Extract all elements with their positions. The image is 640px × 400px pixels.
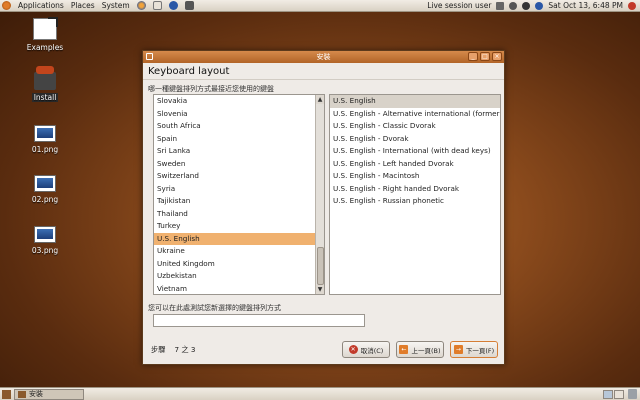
layout-list-item[interactable]: Ukraine [154, 245, 324, 258]
image-file-icon [34, 226, 56, 243]
layout-list-item[interactable]: U.S. English [154, 232, 324, 245]
layout-list-item[interactable]: Tajikistan [154, 195, 324, 208]
layout-list-item[interactable]: Spain [154, 133, 324, 146]
battery-icon[interactable] [509, 1, 518, 10]
variant-list-item[interactable]: U.S. English - Alternative international… [330, 108, 500, 121]
step-current: 7 [174, 345, 180, 354]
desktop-icon-03[interactable]: 03.png [20, 226, 70, 255]
desktop-icon-label: 02.png [31, 195, 59, 204]
network-icon[interactable] [496, 1, 505, 10]
installer-icon [18, 391, 26, 398]
step-label: 步驟 [151, 345, 166, 354]
help-icon[interactable] [168, 1, 178, 10]
clock[interactable]: Sat Oct 13, 6:48 PM [548, 1, 623, 10]
trash-icon[interactable] [628, 389, 637, 399]
layout-list-scrollbar[interactable]: ▲ ▼ [315, 95, 324, 294]
window-titlebar[interactable]: 安裝 _ □ × [143, 51, 504, 63]
installer-icon [34, 66, 56, 90]
layout-list-item[interactable]: Sweden [154, 158, 324, 171]
desktop-icon-label: Examples [26, 43, 64, 52]
maximize-button[interactable]: □ [480, 52, 490, 61]
taskbar-label: 安裝 [29, 390, 43, 398]
scroll-up-arrow-icon[interactable]: ▲ [316, 95, 324, 104]
layout-list-item[interactable]: Thailand [154, 208, 324, 221]
cancel-icon: ✕ [348, 345, 358, 354]
workspace-1[interactable] [603, 390, 613, 399]
power-icon[interactable] [628, 1, 636, 10]
layout-list-item[interactable]: South Africa [154, 120, 324, 133]
test-input[interactable] [153, 314, 365, 327]
bluetooth-icon[interactable] [535, 1, 544, 10]
menu-applications[interactable]: Applications [18, 1, 64, 10]
layout-list[interactable]: ▲ ▼ Slovakia Slovenia South Africa Spain Sri… [153, 94, 325, 295]
desktop-icon-examples[interactable]: Examples [20, 17, 70, 52]
top-panel: Applications Places System Live session … [0, 0, 640, 12]
scroll-thumb[interactable] [317, 247, 324, 285]
step-total: 3 [190, 345, 196, 354]
desktop-icon-label: 03.png [31, 246, 59, 255]
variant-list-item[interactable]: U.S. English - Dvorak [330, 133, 500, 146]
layout-list-item[interactable]: Turkey [154, 220, 324, 233]
layout-list-item[interactable]: Switzerland [154, 170, 324, 183]
minimize-button[interactable]: _ [468, 52, 478, 61]
cancel-button[interactable]: ✕ 取消(C) [342, 341, 390, 358]
desktop-icon-label: 01.png [31, 145, 59, 154]
variant-list-item[interactable]: U.S. English - Russian phonetic [330, 195, 500, 208]
arrow-right-icon: → [453, 345, 463, 354]
menu-places[interactable]: Places [71, 1, 95, 10]
firefox-icon[interactable] [136, 1, 146, 10]
desktop-icon-label: Install [31, 93, 59, 102]
variant-list[interactable]: U.S. English U.S. English - Alternative i… [329, 94, 501, 295]
window-menu-icon[interactable] [146, 53, 153, 60]
page-title: Keyboard layout [143, 63, 504, 80]
layout-list-item[interactable]: Syria [154, 183, 324, 196]
back-label: 上一頁(B) [411, 346, 441, 355]
window-title: 安裝 [316, 53, 331, 61]
test-field-label: 您可以在此處測試您新選擇的鍵盤排列方式 [148, 304, 281, 312]
ubuntu-logo-icon[interactable] [2, 1, 11, 10]
close-button[interactable]: × [492, 52, 502, 61]
next-label: 下一頁(F) [465, 346, 495, 355]
cancel-label: 取消(C) [360, 346, 384, 355]
next-button[interactable]: → 下一頁(F) [450, 341, 498, 358]
desktop-icon-01[interactable]: 01.png [20, 125, 70, 154]
installer-window: 安裝 _ □ × Keyboard layout 哪一種鍵盤排列方式最接近您使用… [142, 50, 505, 365]
step-indicator: 步驟 7 之 3 [151, 345, 195, 355]
variant-list-item[interactable]: U.S. English - Classic Dvorak [330, 120, 500, 133]
layout-list-item[interactable]: United Kingdom [154, 258, 324, 271]
mail-icon[interactable] [152, 1, 162, 10]
variant-list-item[interactable]: U.S. English - Left handed Dvorak [330, 158, 500, 171]
layout-instruction: 哪一種鍵盤排列方式最接近您使用的鍵盤 [148, 85, 274, 93]
variant-list-item[interactable]: U.S. English - Macintosh [330, 170, 500, 183]
layout-list-item[interactable]: Slovenia [154, 108, 324, 121]
image-file-icon [34, 175, 56, 192]
session-user[interactable]: Live session user [427, 1, 491, 10]
step-sep: 之 [181, 345, 189, 354]
menu-system[interactable]: System [102, 1, 130, 10]
screenshot-icon[interactable] [184, 1, 194, 10]
image-file-icon [34, 125, 56, 142]
volume-icon[interactable] [522, 1, 531, 10]
layout-list-item[interactable]: Sri Lanka [154, 145, 324, 158]
variant-list-item[interactable]: U.S. English - International (with dead … [330, 145, 500, 158]
taskbar-button-installer[interactable]: 安裝 [14, 389, 84, 400]
folder-icon [33, 17, 58, 40]
show-desktop-icon[interactable] [2, 390, 11, 399]
desktop-icon-02[interactable]: 02.png [20, 175, 70, 204]
workspace-switcher[interactable] [602, 390, 624, 399]
variant-list-item[interactable]: U.S. English - Right handed Dvorak [330, 183, 500, 196]
workspace-2[interactable] [614, 390, 624, 399]
layout-list-item[interactable]: Uzbekistan [154, 270, 324, 283]
scroll-down-arrow-icon[interactable]: ▼ [316, 285, 324, 294]
back-button[interactable]: ← 上一頁(B) [396, 341, 444, 358]
layout-list-item[interactable]: Slovakia [154, 95, 324, 108]
layout-list-item[interactable]: Vietnam [154, 283, 324, 295]
bottom-panel: 安裝 [0, 387, 640, 400]
variant-list-item[interactable]: U.S. English [330, 95, 500, 108]
desktop-icon-install[interactable]: Install [20, 66, 70, 102]
arrow-left-icon: ← [399, 345, 409, 354]
